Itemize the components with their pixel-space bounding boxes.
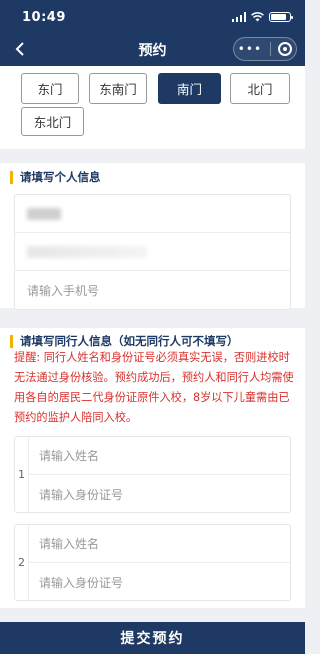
gate-option-north[interactable]: 北门 [230,73,290,104]
companion-id-field[interactable]: 请输入身份证号 [29,563,290,601]
personal-card: 请输入手机号 [0,188,305,310]
chevron-left-icon [15,42,24,56]
companion-index: 2 [15,525,29,600]
gate-option-east[interactable]: 东门 [21,73,79,104]
submit-button[interactable]: 提交预约 [0,622,305,654]
header: 10:49 预约 ••• [0,0,305,66]
id-placeholder: 请输入身份证号 [39,487,124,502]
capsule-divider [269,42,271,56]
gate-option-northeast[interactable]: 东北门 [21,107,84,136]
gate-selector: 东门 东南门 南门 北门 东北门 [0,66,305,149]
name-field[interactable] [15,195,290,233]
personal-section-label: 请填写个人信息 [20,170,101,184]
phone-placeholder: 请输入手机号 [27,283,100,298]
more-button[interactable]: ••• [238,43,262,55]
companion-entry-2: 2 请输入姓名 请输入身份证号 [14,524,291,601]
notice-text: 提醒: 同行人姓名和身份证号必须真实无误，否则进校时无法通过身份核验。预约成功后… [14,351,294,424]
name-placeholder: 请输入姓名 [39,449,100,463]
section-accent-bar [10,334,13,348]
companion-name-field[interactable]: 请输入姓名 [29,525,290,563]
signal-icon [231,12,246,22]
nav-bar: 预约 ••• [0,34,305,66]
phone-field[interactable]: 请输入手机号 [15,271,290,309]
companion-name-field[interactable]: 请输入姓名 [29,437,290,475]
companion-fields: 请输入姓名 请输入身份证号 [29,437,290,512]
companion-id-field[interactable]: 请输入身份证号 [29,475,290,513]
page-title: 预约 [138,43,167,59]
masked-name [27,207,61,220]
personal-section-title: 请填写个人信息 [0,163,305,191]
personal-fields: 请输入手机号 [14,194,291,310]
section-accent-bar [10,170,13,184]
masked-id [27,245,147,258]
id-placeholder: 请输入身份证号 [39,575,124,590]
name-placeholder: 请输入姓名 [39,537,100,551]
companion-entry-1: 1 请输入姓名 请输入身份证号 [14,436,291,513]
status-time: 10:49 [22,9,66,25]
wifi-icon [251,12,264,22]
battery-icon [269,12,293,22]
id-field[interactable] [15,233,290,271]
back-button[interactable] [10,39,30,59]
companion-fields: 请输入姓名 请输入身份证号 [29,525,290,600]
companion-section-label: 请填写同行人信息（如无同行人可不填写） [20,334,239,348]
status-bar: 10:49 [0,0,305,34]
close-button[interactable] [278,42,293,56]
gate-option-south[interactable]: 南门 [158,73,221,104]
gate-option-southeast[interactable]: 东南门 [89,73,147,104]
companion-index: 1 [15,437,29,512]
system-icons [231,12,293,22]
mini-program-capsule: ••• [233,37,297,61]
companion-card: 提醒: 同行人姓名和身份证号必须真实无误，否则进校时无法通过身份核验。预约成功后… [0,351,305,608]
